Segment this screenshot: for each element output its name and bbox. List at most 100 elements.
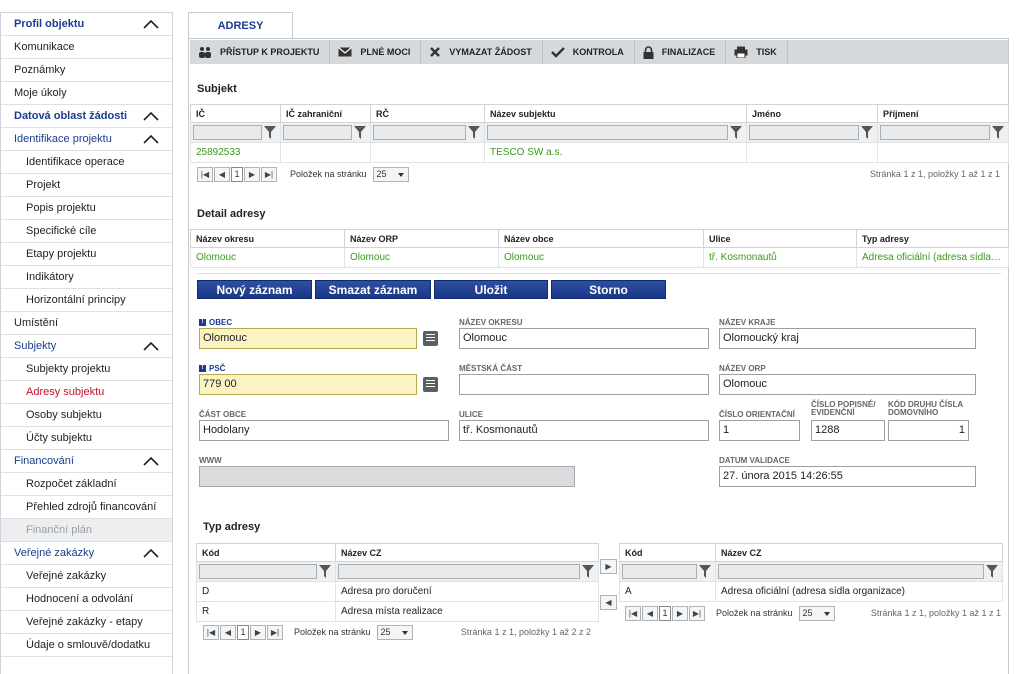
sidebar-item[interactable]: Horizontální principy (1, 289, 172, 312)
sidebar-item[interactable]: Veřejné zakázky (1, 565, 172, 588)
filter-icon[interactable] (699, 565, 711, 578)
cislo-orientacni-field[interactable]: 1 (719, 420, 800, 441)
tab-adresy-subjektu[interactable]: ADRESY SUBJEKTU (188, 12, 293, 58)
column-header[interactable]: Ulice (703, 229, 857, 248)
per-page-select[interactable]: 25 (376, 624, 413, 640)
sidebar-item[interactable]: Poznámky (1, 59, 172, 82)
chevron-up-icon[interactable] (143, 341, 159, 351)
column-header[interactable]: Název okresu (190, 229, 345, 248)
per-page-select[interactable]: 25 (372, 166, 409, 182)
column-header[interactable]: Název CZ (715, 543, 1003, 562)
column-header[interactable]: Příjmení (877, 104, 1009, 123)
filter-input[interactable] (718, 564, 984, 579)
table-row[interactable]: R Adresa místa realizace (196, 601, 599, 622)
sidebar-item[interactable]: Financování (1, 450, 172, 473)
filter-input[interactable] (338, 564, 580, 579)
sidebar-item[interactable]: Specifické cíle (1, 220, 172, 243)
filter-input[interactable] (283, 125, 352, 140)
www-field[interactable] (199, 466, 575, 487)
mestska-cast-field[interactable] (459, 374, 709, 395)
last-page-button[interactable]: ▶| (261, 166, 277, 182)
last-page-button[interactable]: ▶| (267, 624, 283, 640)
table-row[interactable]: A Adresa oficiální (adresa sídla organiza… (619, 581, 1003, 602)
sidebar-item[interactable]: Identifikace operace (1, 151, 172, 174)
prev-page-button[interactable]: ◀ (214, 166, 230, 182)
kod-druhu-field[interactable]: 1 (888, 420, 969, 441)
check-button[interactable]: KONTROLA (543, 40, 635, 64)
column-header[interactable]: Typ adresy (856, 229, 1009, 248)
column-header[interactable]: Název subjektu (484, 104, 747, 123)
filter-input[interactable] (487, 125, 728, 140)
sidebar-item[interactable]: Indikátory (1, 266, 172, 289)
sidebar-item[interactable]: Identifikace projektu (1, 128, 172, 151)
column-header[interactable]: IČ (190, 104, 281, 123)
move-left-button[interactable]: ◀ (600, 595, 617, 610)
cast-obce-field[interactable]: Hodolany (199, 420, 449, 441)
print-button[interactable]: TISK (726, 40, 788, 64)
sidebar-item[interactable]: Přehled zdrojů financování (1, 496, 172, 519)
next-page-button[interactable]: ▶ (244, 166, 260, 182)
sidebar-item[interactable]: Moje úkoly (1, 82, 172, 105)
column-header[interactable]: Název ORP (344, 229, 499, 248)
kraj-field[interactable]: Olomoucký kraj (719, 328, 976, 349)
filter-input[interactable] (373, 125, 466, 140)
last-page-button[interactable]: ▶| (689, 605, 705, 621)
save-button[interactable]: Uložit (434, 280, 548, 299)
page-number[interactable]: 1 (237, 624, 249, 640)
chevron-up-icon[interactable] (143, 111, 159, 121)
table-row[interactable]: 25892533 TESCO SW a.s. (190, 142, 1009, 163)
first-page-button[interactable]: |◀ (203, 624, 219, 640)
column-header[interactable]: Název obce (498, 229, 704, 248)
cislo-popisne-field[interactable]: 1288 (811, 420, 885, 441)
page-number[interactable]: 1 (231, 166, 243, 182)
filter-icon[interactable] (992, 126, 1004, 139)
sidebar-item[interactable]: Osoby subjektu (1, 404, 172, 427)
delete-application-button[interactable]: VYMAZAT ŽÁDOST (421, 40, 543, 64)
prev-page-button[interactable]: ◀ (220, 624, 236, 640)
next-page-button[interactable]: ▶ (250, 624, 266, 640)
first-page-button[interactable]: |◀ (197, 166, 213, 182)
prev-page-button[interactable]: ◀ (642, 605, 658, 621)
filter-input[interactable] (880, 125, 990, 140)
move-right-button[interactable]: ▶ (600, 559, 617, 574)
filter-icon[interactable] (354, 126, 366, 139)
first-page-button[interactable]: |◀ (625, 605, 641, 621)
column-header[interactable]: Kód (196, 543, 336, 562)
column-header[interactable]: Název CZ (335, 543, 599, 562)
sidebar-item[interactable]: Projekt (1, 174, 172, 197)
table-row[interactable]: Olomouc Olomouc Olomouc tř. Kosmonautů Adres… (190, 247, 1009, 268)
filter-input[interactable] (622, 564, 697, 579)
filter-icon[interactable] (986, 565, 998, 578)
table-row[interactable]: D Adresa pro doručení (196, 581, 599, 602)
chevron-up-icon[interactable] (143, 548, 159, 558)
column-header[interactable]: Jméno (746, 104, 878, 123)
sidebar-item[interactable]: Subjekty projektu (1, 358, 172, 381)
sidebar-item[interactable]: Účty subjektu (1, 427, 172, 450)
psc-list-icon[interactable] (423, 377, 438, 392)
filter-input[interactable] (193, 125, 262, 140)
filter-icon[interactable] (468, 126, 480, 139)
sidebar-item[interactable]: Finanční plán (1, 519, 172, 542)
finalize-button[interactable]: FINALIZACE (635, 40, 727, 64)
obec-list-icon[interactable] (423, 331, 438, 346)
sidebar-item[interactable]: Rozpočet základní (1, 473, 172, 496)
filter-icon[interactable] (582, 565, 594, 578)
powers-of-attorney-button[interactable]: PLNÉ MOCI (330, 40, 422, 64)
page-number[interactable]: 1 (659, 605, 671, 621)
column-header[interactable]: Kód (619, 543, 716, 562)
filter-icon[interactable] (264, 126, 276, 139)
sidebar-item[interactable]: Umístění (1, 312, 172, 335)
ulice-field[interactable]: tř. Kosmonautů (459, 420, 709, 441)
filter-icon[interactable] (319, 565, 331, 578)
filter-icon[interactable] (730, 126, 742, 139)
orp-field[interactable]: Olomouc (719, 374, 976, 395)
sidebar-item[interactable]: Datová oblast žádosti (1, 105, 172, 128)
sidebar-item[interactable]: Adresy subjektu (1, 381, 172, 404)
sidebar-item[interactable]: Hodnocení a odvolání (1, 588, 172, 611)
sidebar-item[interactable]: Komunikace (1, 36, 172, 59)
next-page-button[interactable]: ▶ (672, 605, 688, 621)
column-header[interactable]: IČ zahraniční (280, 104, 371, 123)
chevron-up-icon[interactable] (143, 134, 159, 144)
sidebar-item[interactable]: Veřejné zakázky - etapy (1, 611, 172, 634)
sidebar-item[interactable]: Údaje o smlouvě/dodatku (1, 634, 172, 657)
